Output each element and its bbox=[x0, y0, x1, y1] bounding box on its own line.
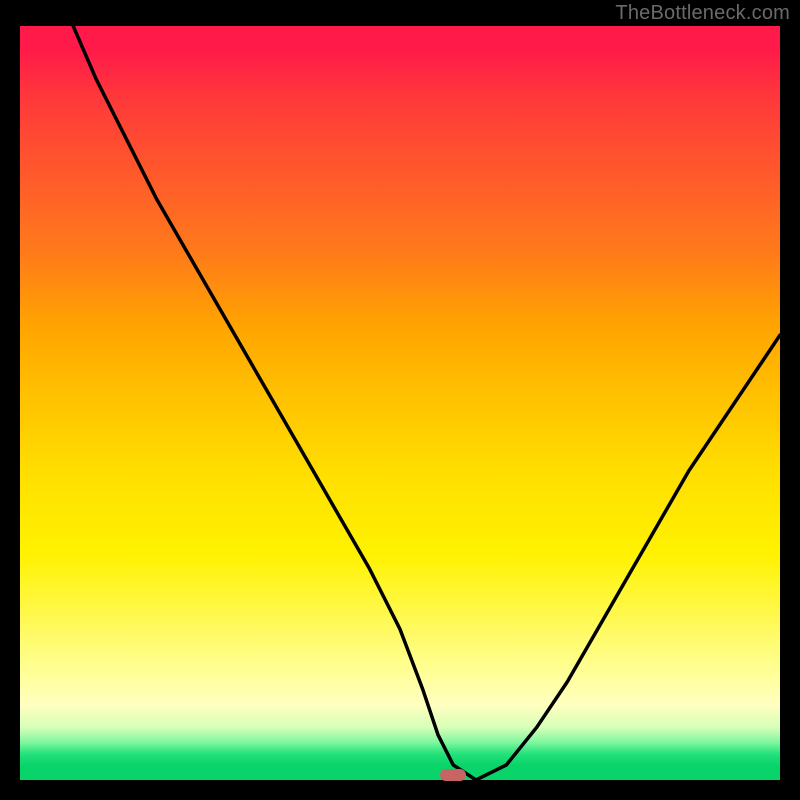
optimum-marker bbox=[440, 769, 466, 781]
bottleneck-curve bbox=[73, 26, 780, 780]
watermark-text: TheBottleneck.com bbox=[615, 2, 790, 25]
curve-svg bbox=[20, 26, 780, 780]
plot-area bbox=[20, 26, 780, 780]
chart-container: TheBottleneck.com bbox=[0, 0, 800, 800]
